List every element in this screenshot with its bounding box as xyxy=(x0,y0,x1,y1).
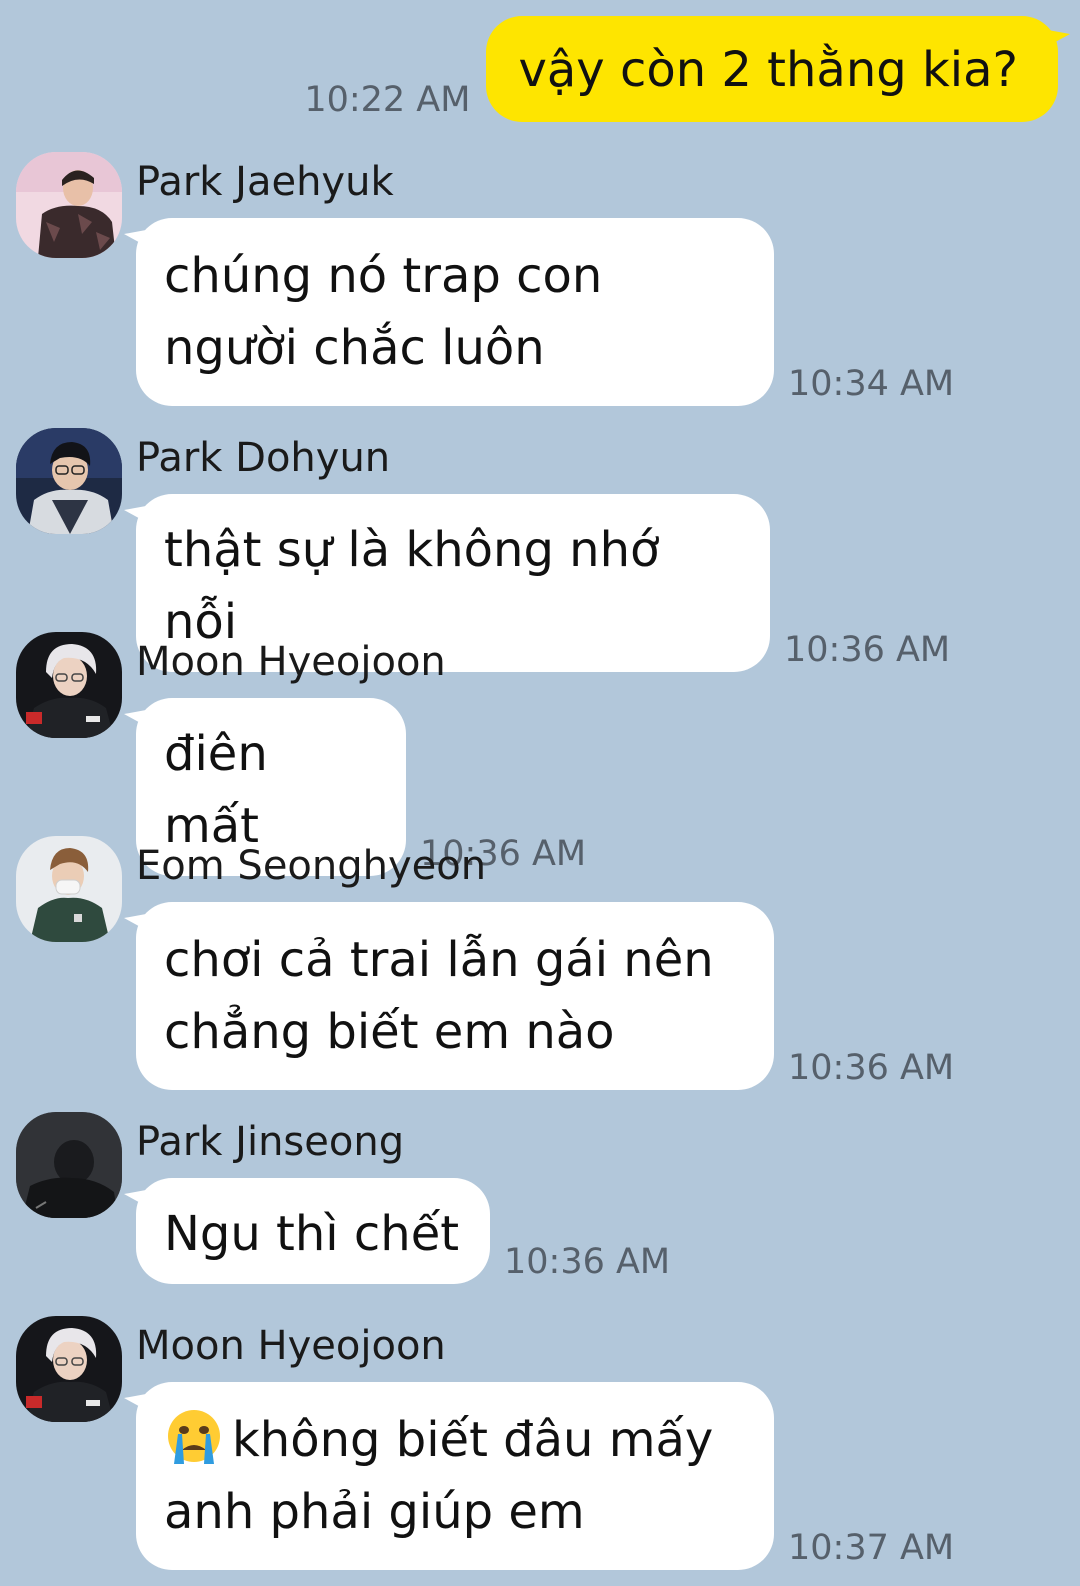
message-timestamp: 10:36 AM xyxy=(504,1242,671,1282)
incoming-bubble[interactable]: chúng nó trap con người chắc luôn xyxy=(124,218,774,406)
outgoing-message: 10:22 AM vậy còn 2 thằng kia? xyxy=(304,16,1070,122)
chat-view[interactable]: 10:22 AM vậy còn 2 thằng kia? Park Jaehy… xyxy=(0,0,1080,1586)
sender-name: Moon Hyeojoon xyxy=(136,639,446,685)
message-timestamp: 10:36 AM xyxy=(788,1048,955,1088)
outgoing-bubble[interactable]: vậy còn 2 thằng kia? xyxy=(486,16,1070,122)
sender-name: Park Jaehyuk xyxy=(136,159,394,205)
avatar-eom-seonghyeon[interactable] xyxy=(16,836,122,942)
incoming-bubble[interactable]: không biết đâu mấy anh phải giúp em xyxy=(124,1382,774,1570)
sender-name: Park Jinseong xyxy=(136,1119,405,1165)
sender-name: Moon Hyeojoon xyxy=(136,1323,446,1369)
message-line: người chắc luôn xyxy=(164,320,545,376)
message-line: anh phải giúp em xyxy=(164,1484,585,1540)
message-line: điên mất xyxy=(164,726,268,854)
avatar-moon-hyeojoon[interactable] xyxy=(16,1316,122,1422)
incoming-bubble[interactable]: Ngu thì chết xyxy=(124,1178,490,1284)
message-line: chẳng biết em nào xyxy=(164,1004,615,1060)
sender-name: Park Dohyun xyxy=(136,435,391,481)
sender-name: Eom Seonghyeon xyxy=(136,843,487,889)
message-line: thật sự là không nhớ nỗi xyxy=(164,522,660,650)
avatar-park-dohyun[interactable] xyxy=(16,428,122,534)
message-timestamp: 10:36 AM xyxy=(784,630,951,670)
avatar-park-jinseong[interactable] xyxy=(16,1112,122,1218)
message-line: chúng nó trap con xyxy=(164,248,603,304)
message-line: chơi cả trai lẫn gái nên xyxy=(164,932,714,988)
message-line: không biết đâu mấy xyxy=(232,1412,714,1468)
incoming-bubble[interactable]: chơi cả trai lẫn gái nên chẳng biết em n… xyxy=(124,902,774,1090)
message-text: vậy còn 2 thằng kia? xyxy=(518,42,1018,98)
avatar-moon-hyeojoon[interactable] xyxy=(16,632,122,738)
message-timestamp: 10:22 AM xyxy=(304,80,471,120)
message-line: Ngu thì chết xyxy=(164,1206,460,1262)
crying-face-emoji xyxy=(168,1410,220,1464)
avatar-park-jaehyuk[interactable] xyxy=(16,152,122,258)
message-timestamp: 10:34 AM xyxy=(788,364,955,404)
message-timestamp: 10:37 AM xyxy=(788,1528,955,1568)
